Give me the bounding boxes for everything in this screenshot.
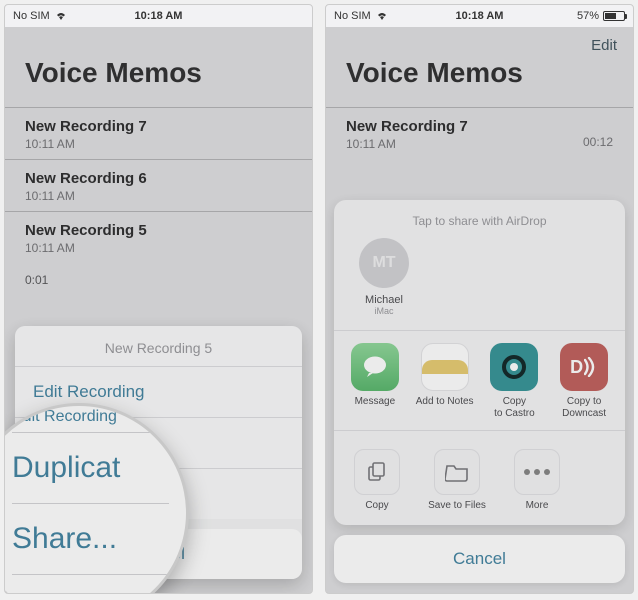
phone-left: No SIM 10:18 AM Voice Memos New Recordin… [4,4,313,594]
action-label: Save to Files [428,500,486,511]
share-app-label: Add to Notes [416,396,474,408]
battery-percent: 57% [577,10,599,22]
action-save-to-files[interactable]: Save to Files [424,449,490,511]
carrier-text: No SIM [13,10,50,22]
copy-icon [354,449,400,495]
message-icon [351,343,399,391]
downcast-icon: D [560,343,608,391]
action-more[interactable]: More [504,449,570,511]
mag-duplicate: Duplicat [12,433,186,503]
status-bar: No SIM 10:18 AM 57% [326,5,633,27]
action-label: Copy [365,500,388,511]
airdrop-name: Michael [365,294,403,306]
sheet-title: New Recording 5 [15,326,302,366]
status-time: 10:18 AM [456,10,504,22]
status-time: 10:18 AM [135,10,183,22]
status-bar: No SIM 10:18 AM [5,5,312,27]
folder-icon [434,449,480,495]
phone-right: No SIM 10:18 AM 57% Edit Voice Memos New… [325,4,634,594]
mag-share: Share... [12,504,186,574]
app-content: Voice Memos New Recording 7 10:11 AM New… [5,27,312,593]
share-app-label: Copy to Castro [494,396,535,420]
castro-icon [490,343,538,391]
share-app-label: Copy to Downcast [562,396,606,420]
wifi-icon [54,11,68,21]
share-sheet: Tap to share with AirDrop MT Michael iMa… [334,200,625,583]
action-copy[interactable]: Copy [344,449,410,511]
share-app-message[interactable]: Message [343,343,407,420]
airdrop-header: Tap to share with AirDrop [334,210,625,238]
app-content: Edit Voice Memos New Recording 7 10:11 A… [326,27,633,593]
airdrop-target[interactable]: MT Michael iMac [352,238,416,316]
wifi-icon [375,11,389,21]
action-label: More [526,500,549,511]
share-app-notes[interactable]: Add to Notes [413,343,477,420]
share-app-castro[interactable]: Copy to Castro [482,343,546,420]
share-app-downcast[interactable]: D Copy to Downcast [552,343,616,420]
avatar-icon: MT [359,238,409,288]
airdrop-device: iMac [374,306,393,316]
carrier-text: No SIM [334,10,371,22]
share-app-label: Message [355,396,396,408]
cancel-button[interactable]: Cancel [334,535,625,583]
battery-icon [603,11,625,21]
notes-icon [421,343,469,391]
more-icon [514,449,560,495]
